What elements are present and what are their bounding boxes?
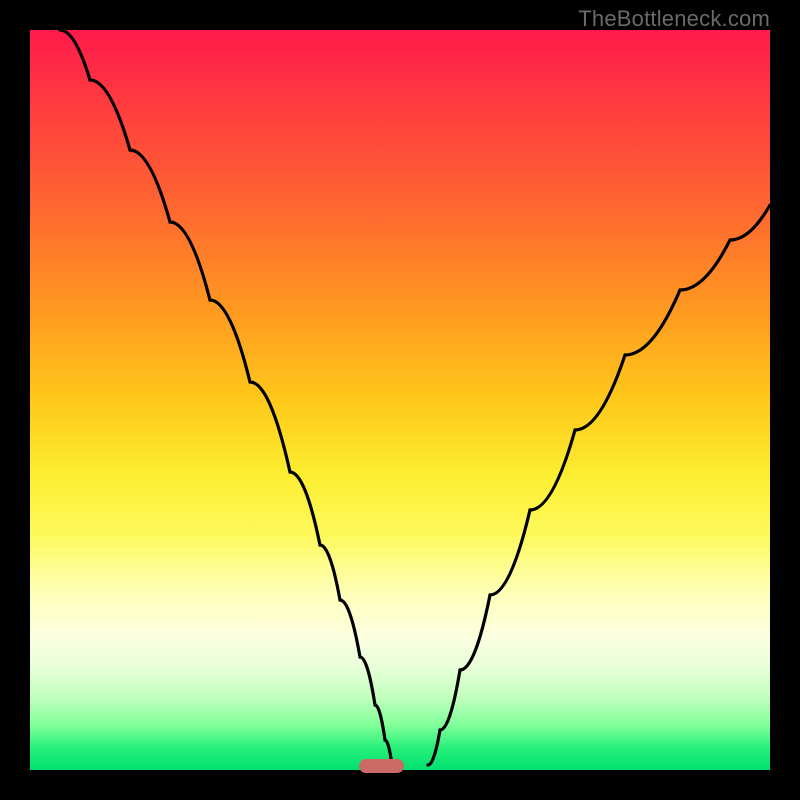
watermark-text: TheBottleneck.com — [578, 6, 770, 32]
left-curve — [60, 30, 392, 765]
right-curve — [428, 205, 770, 765]
bottleneck-curves — [30, 30, 770, 770]
optimal-range-marker — [359, 759, 404, 773]
